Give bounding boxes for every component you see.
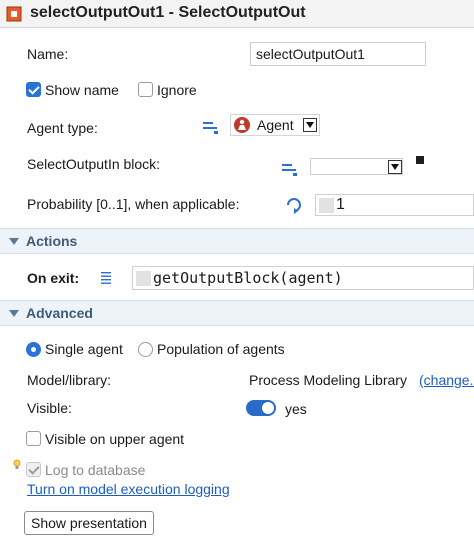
code-field-marker (319, 198, 334, 213)
agent-type-label: Agent type: (27, 120, 98, 136)
probability-input[interactable]: 1 (315, 194, 474, 216)
on-exit-code: getOutputBlock(agent) (153, 269, 343, 287)
properties-title-bar: selectOutputOut1 - SelectOutputOut (0, 0, 474, 28)
population-label: Population of agents (157, 341, 285, 357)
execution-logging-link[interactable]: Turn on model execution logging (27, 481, 230, 497)
single-agent-radio[interactable] (26, 342, 41, 357)
name-label: Name: (27, 46, 69, 62)
code-field-marker (136, 271, 151, 286)
visible-value: yes (285, 401, 307, 417)
probability-value: 1 (336, 196, 345, 213)
single-agent-label: Single agent (45, 341, 123, 357)
select-output-in-label: SelectOutputIn block: (27, 156, 161, 172)
visible-label: Visible: (27, 400, 72, 416)
chevron-down-icon[interactable] (388, 160, 402, 174)
visible-upper-agent-label: Visible on upper agent (45, 431, 185, 447)
probability-label: Probability [0..1], when applicable: (27, 196, 240, 212)
log-to-database-checkbox[interactable] (26, 462, 41, 477)
equals-icon[interactable] (203, 120, 219, 134)
agent-type-combobox[interactable]: Agent (230, 114, 320, 136)
on-exit-label: On exit: (27, 270, 80, 286)
ignore-label: Ignore (157, 82, 197, 98)
show-name-label: Show name (45, 82, 119, 98)
population-radio[interactable] (138, 342, 153, 357)
model-library-label: Model/library: (27, 372, 112, 388)
advanced-section-header[interactable]: Advanced (0, 300, 474, 326)
select-output-in-combobox[interactable] (310, 158, 403, 175)
dynamic-refresh-icon[interactable] (284, 196, 304, 214)
actions-section-header[interactable]: Actions (0, 228, 474, 254)
ignore-checkbox[interactable] (138, 82, 153, 97)
collapse-triangle-icon[interactable] (9, 310, 19, 317)
name-input[interactable]: selectOutputOut1 (250, 42, 426, 66)
advanced-section-title: Advanced (26, 305, 93, 321)
actions-section-title: Actions (26, 233, 78, 249)
collapse-triangle-icon[interactable] (9, 238, 19, 245)
change-library-link[interactable]: (change...) (419, 372, 474, 388)
visible-upper-agent-checkbox[interactable] (26, 431, 41, 446)
log-to-database-label: Log to database (45, 462, 146, 478)
code-lines-icon (101, 271, 111, 285)
visible-toggle[interactable] (246, 400, 276, 416)
lightbulb-icon (12, 458, 22, 470)
model-library-value: Process Modeling Library (249, 372, 407, 388)
page-title: selectOutputOut1 - SelectOutputOut (30, 4, 306, 21)
agent-type-value: Agent (257, 117, 294, 133)
on-exit-code-field[interactable]: getOutputBlock(agent) (132, 266, 474, 290)
select-block-icon[interactable] (416, 156, 424, 164)
show-name-checkbox[interactable] (26, 82, 41, 97)
agent-icon (234, 117, 250, 133)
port-icon (6, 6, 22, 22)
show-presentation-button[interactable]: Show presentation (24, 511, 154, 535)
chevron-down-icon[interactable] (303, 118, 317, 132)
equals-icon[interactable] (282, 162, 298, 176)
